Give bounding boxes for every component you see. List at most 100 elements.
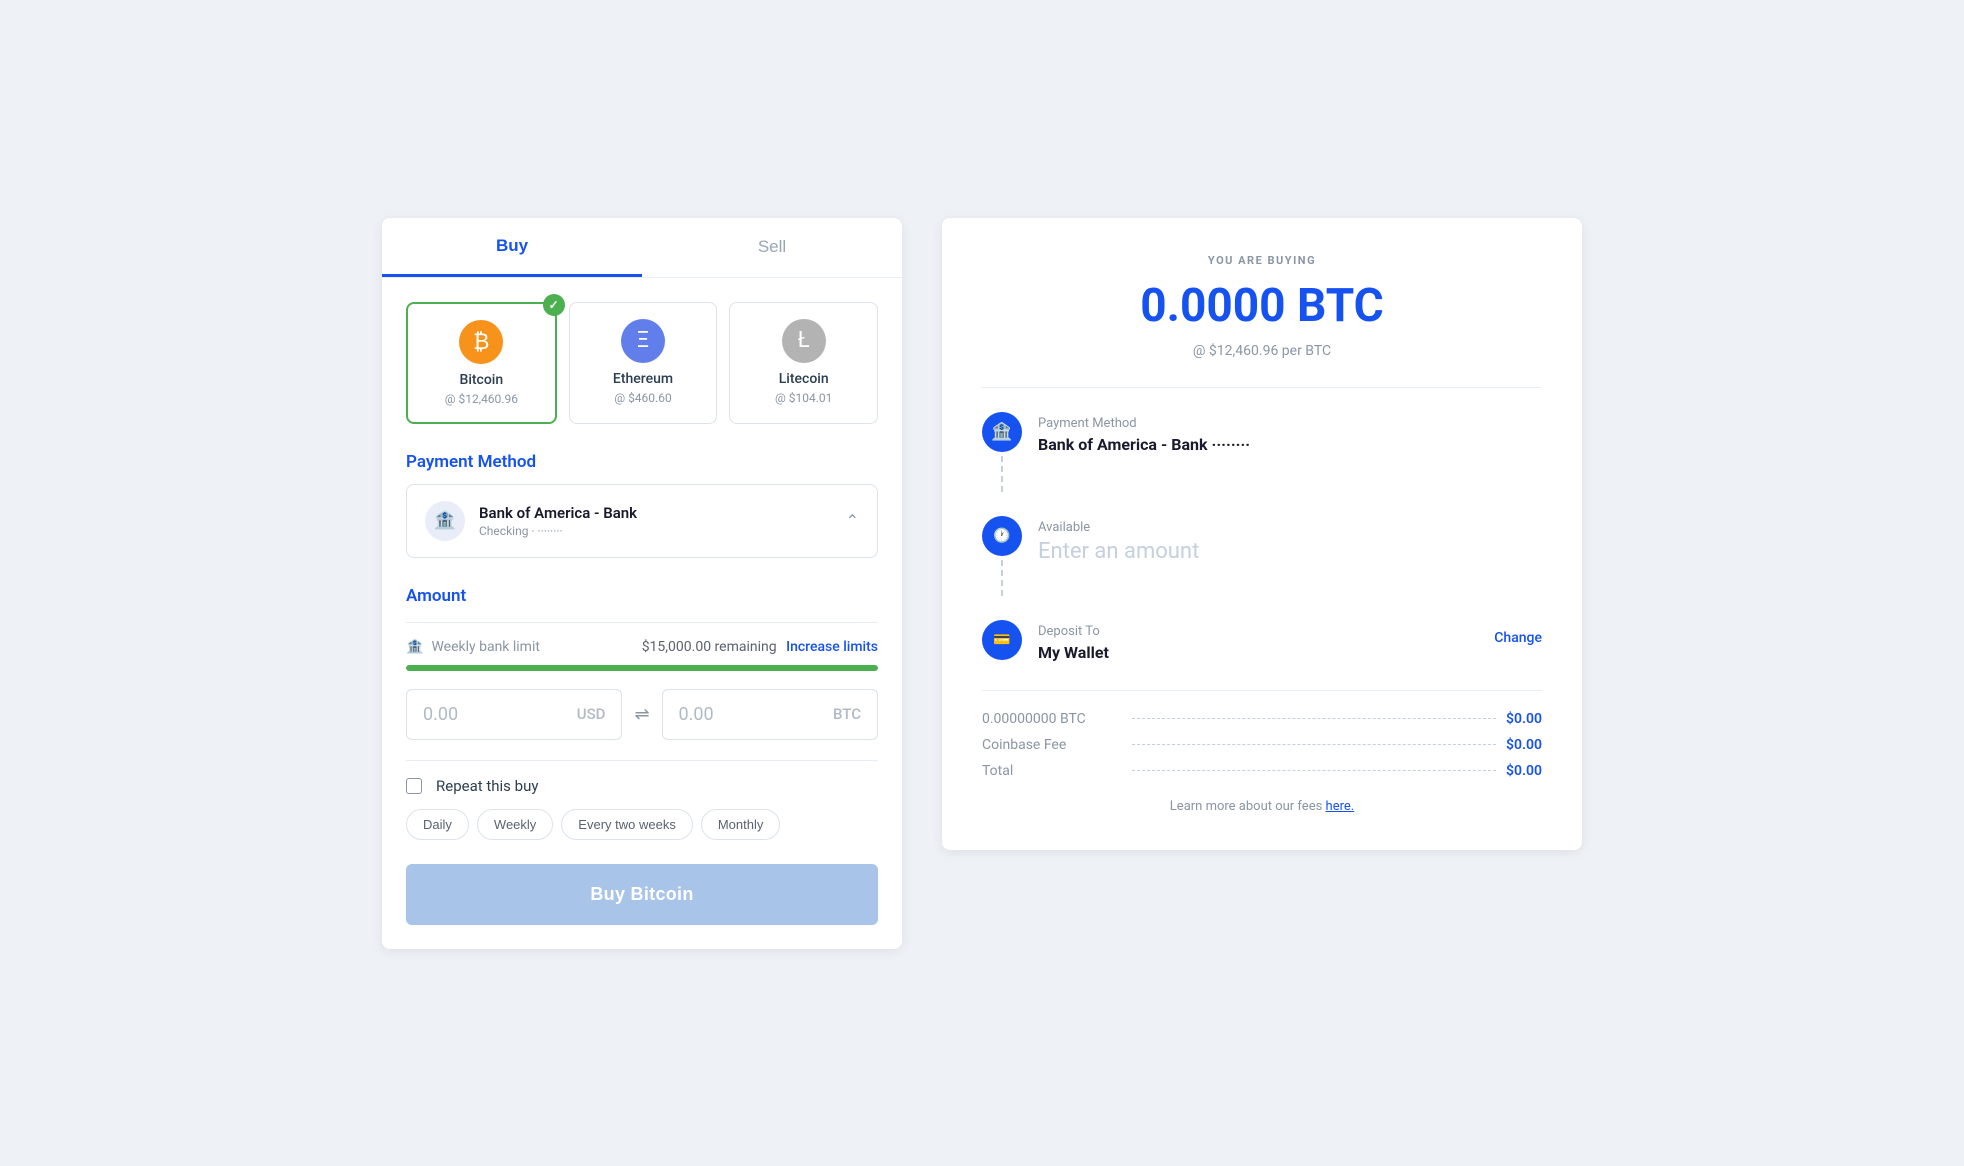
receipt-available-placeholder: Enter an amount (1038, 539, 1542, 564)
payment-method-info: Bank of America - Bank Checking · ······… (479, 504, 637, 538)
usd-value: 0.00 (423, 704, 458, 725)
deposit-info: Deposit To My Wallet (1038, 624, 1109, 662)
payment-section-label: Payment Method (406, 452, 878, 472)
total-dots-3 (1132, 770, 1496, 771)
total-fee-value: $0.00 (1506, 737, 1542, 753)
selected-checkmark: ✓ (543, 294, 565, 316)
litecoin-icon: Ł (782, 319, 826, 363)
learn-more-link[interactable]: here. (1326, 799, 1355, 814)
limit-remaining: $15,000.00 remaining (642, 639, 777, 655)
tab-row: Buy Sell (382, 218, 902, 278)
btc-value: 0.00 (679, 704, 714, 725)
progress-fill (406, 665, 878, 671)
repeat-buy-row: Repeat this buy Daily Weekly Every two w… (406, 777, 878, 840)
usd-currency: USD (577, 705, 606, 723)
limit-left: 🏦 Weekly bank limit (406, 639, 540, 655)
bank-icon-small: 🏦 (406, 639, 423, 655)
receipt-wallet-icon: 💳 (982, 620, 1022, 660)
total-dots-2 (1132, 744, 1496, 745)
usd-input-box[interactable]: 0.00 USD (406, 689, 622, 740)
page-container: Buy Sell ✓ ₿ Bitcoin @ $12,460.96 Ξ Ethe… (382, 218, 1582, 949)
dashed-line-1 (1001, 456, 1003, 492)
btc-input-box[interactable]: 0.00 BTC (662, 689, 878, 740)
total-btc-label: 0.00000000 BTC (982, 711, 1122, 727)
total-label: Total (982, 763, 1122, 779)
learn-more: Learn more about our fees here. (982, 799, 1542, 814)
receipt-clock-icon: 🕐 (982, 516, 1022, 556)
progress-bar (406, 665, 878, 671)
ethereum-name: Ethereum (586, 371, 701, 387)
total-fee-label: Coinbase Fee (982, 737, 1122, 753)
increase-limits-link[interactable]: Increase limits (786, 639, 878, 655)
receipt-payment-method: 🏦 Payment Method Bank of America - Bank … (982, 412, 1542, 492)
bank-name: Bank of America - Bank (479, 504, 637, 522)
ethereum-icon: Ξ (621, 319, 665, 363)
crypto-card-ethereum[interactable]: Ξ Ethereum @ $460.60 (569, 302, 718, 424)
receipt-deposit: 💳 Deposit To My Wallet Change (982, 620, 1542, 662)
repeat-checkbox[interactable] (406, 778, 422, 794)
you-are-buying-label: YOU ARE BUYING (982, 254, 1542, 267)
limit-label: Weekly bank limit (431, 639, 540, 655)
left-panel: Buy Sell ✓ ₿ Bitcoin @ $12,460.96 Ξ Ethe… (382, 218, 902, 949)
receipt-payment-text: Payment Method Bank of America - Bank ··… (1038, 412, 1542, 454)
ethereum-price: @ $460.60 (586, 391, 701, 405)
bitcoin-icon: ₿ (459, 320, 503, 364)
right-panel: YOU ARE BUYING 0.0000 BTC @ $12,460.96 p… (942, 218, 1582, 850)
deposit-change-link[interactable]: Change (1494, 630, 1542, 646)
learn-more-text: Learn more about our fees (1170, 799, 1323, 814)
amount-section: 🏦 Weekly bank limit $15,000.00 remaining… (406, 639, 878, 740)
repeat-two-weeks[interactable]: Every two weeks (561, 809, 693, 840)
btc-currency: BTC (833, 705, 861, 723)
receipt-payment-icon-col: 🏦 (982, 412, 1022, 492)
payment-method-left: 🏦 Bank of America - Bank Checking · ····… (425, 501, 637, 541)
bank-icon: 🏦 (425, 501, 465, 541)
payment-method-selector[interactable]: 🏦 Bank of America - Bank Checking · ····… (406, 484, 878, 558)
repeat-options: Daily Weekly Every two weeks Monthly (406, 809, 780, 840)
you-are-buying: YOU ARE BUYING 0.0000 BTC @ $12,460.96 p… (982, 254, 1542, 359)
total-row-total: Total $0.00 (982, 763, 1542, 779)
litecoin-name: Litecoin (746, 371, 861, 387)
limit-row: 🏦 Weekly bank limit $15,000.00 remaining… (406, 639, 878, 655)
repeat-label: Repeat this buy (436, 777, 538, 795)
receipt-deposit-text: Deposit To My Wallet Change (1038, 620, 1542, 662)
crypto-card-litecoin[interactable]: Ł Litecoin @ $104.01 (729, 302, 878, 424)
limit-right: $15,000.00 remaining Increase limits (642, 639, 878, 655)
total-value: $0.00 (1506, 763, 1542, 779)
receipt-deposit-icon-col: 💳 (982, 620, 1022, 660)
swap-icon[interactable]: ⇌ (634, 704, 649, 725)
receipt-available-label: Available (1038, 520, 1542, 535)
buy-bitcoin-button[interactable]: Buy Bitcoin (406, 864, 878, 925)
repeat-daily[interactable]: Daily (406, 809, 469, 840)
repeat-monthly[interactable]: Monthly (701, 809, 781, 840)
btc-price-display: @ $12,460.96 per BTC (982, 343, 1542, 359)
deposit-value: My Wallet (1038, 643, 1109, 662)
receipt-payment-label: Payment Method (1038, 416, 1542, 431)
receipt-available-icon-col: 🕐 (982, 516, 1022, 596)
receipt-available: 🕐 Available Enter an amount (982, 516, 1542, 596)
left-content: ✓ ₿ Bitcoin @ $12,460.96 Ξ Ethereum @ $4… (382, 278, 902, 949)
total-row-btc: 0.00000000 BTC $0.00 (982, 711, 1542, 727)
dashed-line-2 (1001, 560, 1003, 596)
crypto-card-bitcoin[interactable]: ✓ ₿ Bitcoin @ $12,460.96 (406, 302, 557, 424)
tab-sell[interactable]: Sell (642, 218, 902, 277)
litecoin-price: @ $104.01 (746, 391, 861, 405)
receipt-available-text: Available Enter an amount (1038, 516, 1542, 564)
bitcoin-price: @ $12,460.96 (424, 392, 539, 406)
total-row-fee: Coinbase Fee $0.00 (982, 737, 1542, 753)
deposit-header: Deposit To My Wallet Change (1038, 624, 1542, 662)
total-btc-value: $0.00 (1506, 711, 1542, 727)
deposit-label: Deposit To (1038, 624, 1109, 639)
btc-amount-display: 0.0000 BTC (982, 279, 1542, 333)
amount-section-label: Amount (406, 586, 878, 606)
receipt-payment-value: Bank of America - Bank ········ (1038, 435, 1542, 454)
amount-inputs: 0.00 USD ⇌ 0.00 BTC (406, 689, 878, 740)
total-dots-1 (1132, 718, 1496, 719)
bank-account-type: Checking · ········ (479, 524, 637, 538)
bitcoin-name: Bitcoin (424, 372, 539, 388)
tab-buy[interactable]: Buy (382, 218, 642, 277)
receipt-bank-icon: 🏦 (982, 412, 1022, 452)
crypto-cards: ✓ ₿ Bitcoin @ $12,460.96 Ξ Ethereum @ $4… (406, 302, 878, 424)
repeat-weekly[interactable]: Weekly (477, 809, 553, 840)
chevron-icon: ⌃ (846, 511, 859, 530)
totals-section: 0.00000000 BTC $0.00 Coinbase Fee $0.00 … (982, 690, 1542, 779)
